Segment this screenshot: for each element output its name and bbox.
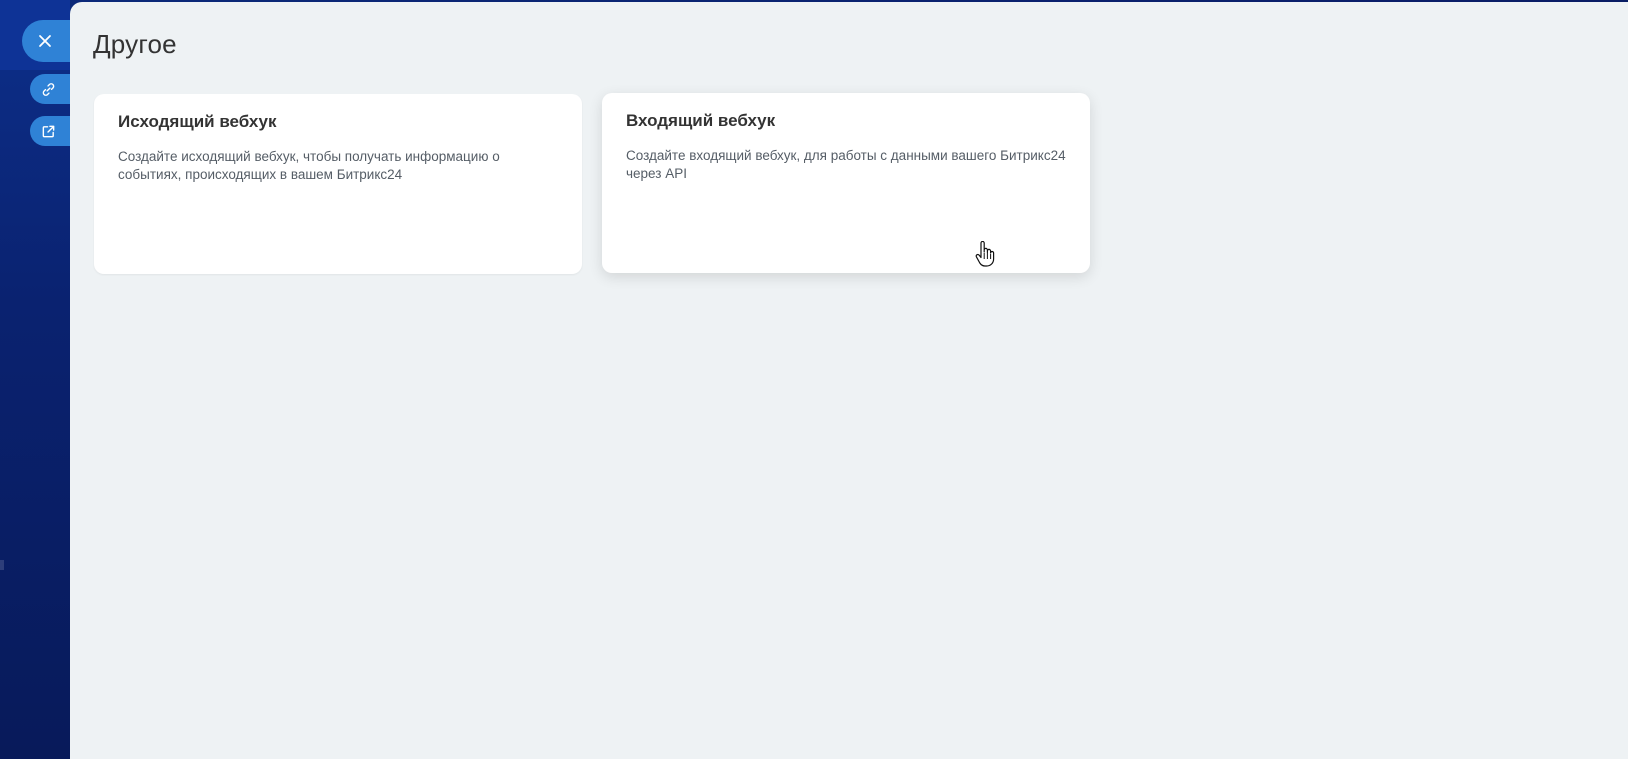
card-title: Исходящий вебхук: [118, 112, 277, 131]
hand-pointer-cursor-icon: [975, 240, 995, 267]
background-mark: [0, 560, 4, 570]
card-description: Создайте исходящий вебхук, чтобы получат…: [118, 149, 500, 182]
incoming-webhook-card[interactable]: Входящий вебхук Создайте входящий вебхук…: [602, 93, 1090, 273]
card-description: Создайте входящий вебхук, для работы с д…: [626, 148, 1066, 181]
outgoing-webhook-card[interactable]: Исходящий вебхук Создайте исходящий вебх…: [94, 94, 582, 274]
card-title: Входящий вебхук: [626, 111, 776, 130]
page-title: Другое: [93, 29, 177, 59]
slider-panel: Другое Исходящий вебхук Создайте исходящ…: [70, 2, 1628, 759]
link-icon: [41, 82, 56, 97]
close-icon: [38, 34, 52, 48]
external-link-icon: [41, 124, 56, 139]
background-sidebar: [0, 0, 70, 759]
